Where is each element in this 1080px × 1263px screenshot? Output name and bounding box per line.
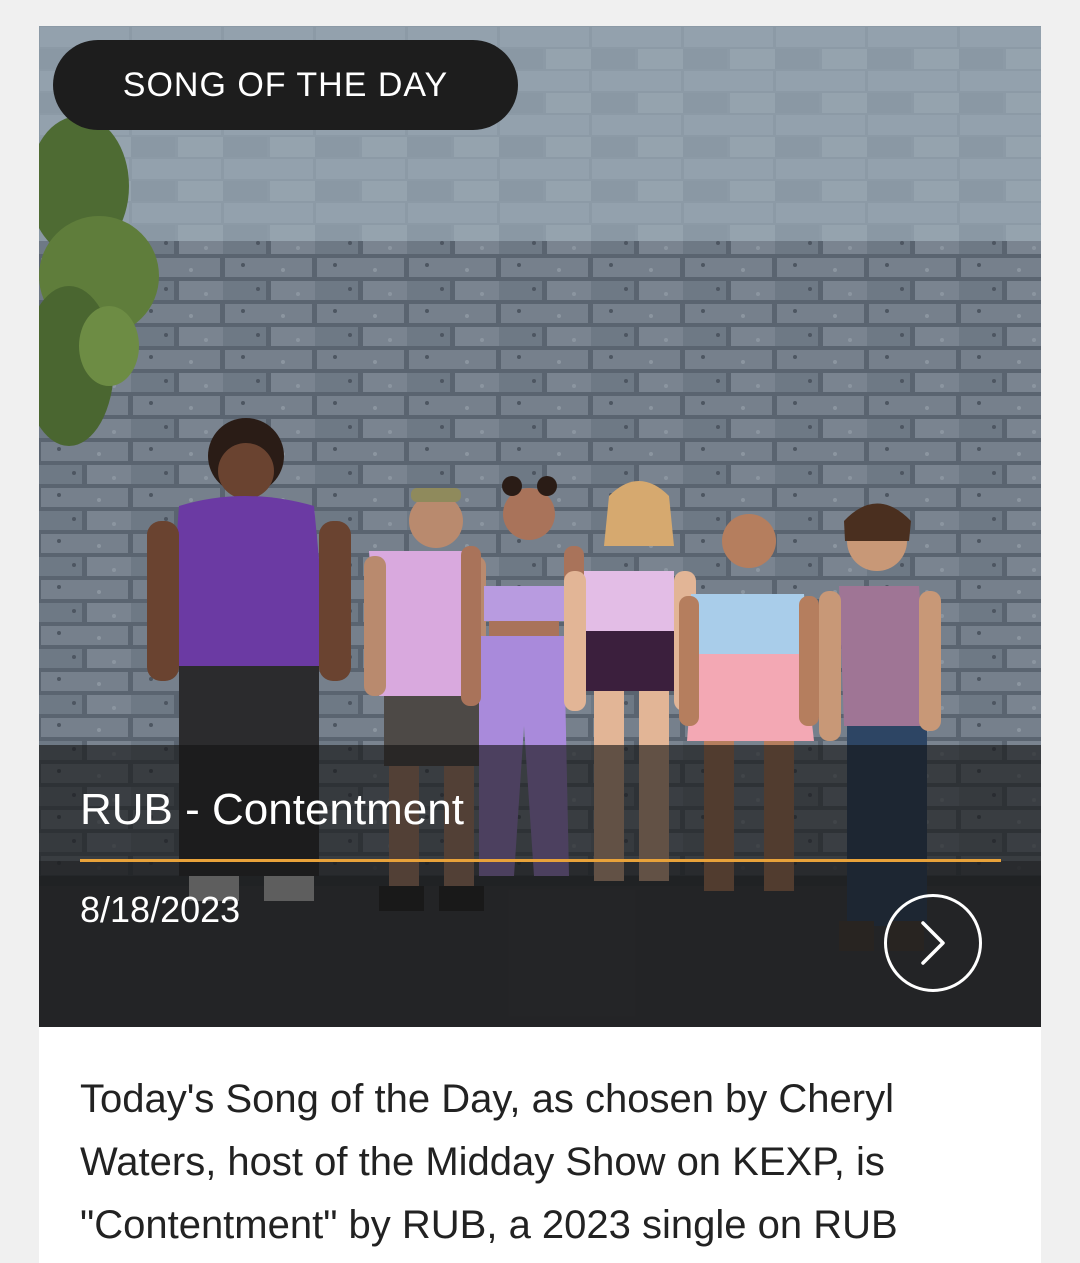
next-button[interactable] xyxy=(884,894,982,992)
song-date: 8/18/2023 xyxy=(80,889,241,930)
badge-label: SONG OF THE DAY xyxy=(122,65,449,104)
hero-image[interactable]: SONG OF THE DAY RUB - Contentment 8/18/2… xyxy=(39,26,1041,1027)
accent-divider xyxy=(80,859,1001,862)
song-of-the-day-badge: SONG OF THE DAY xyxy=(53,40,518,130)
song-of-the-day-card[interactable]: SONG OF THE DAY RUB - Contentment 8/18/2… xyxy=(39,26,1041,1263)
song-title[interactable]: RUB - Contentment xyxy=(80,785,464,835)
song-description: Today's Song of the Day, as chosen by Ch… xyxy=(80,1077,898,1247)
chevron-right-icon xyxy=(921,921,945,965)
